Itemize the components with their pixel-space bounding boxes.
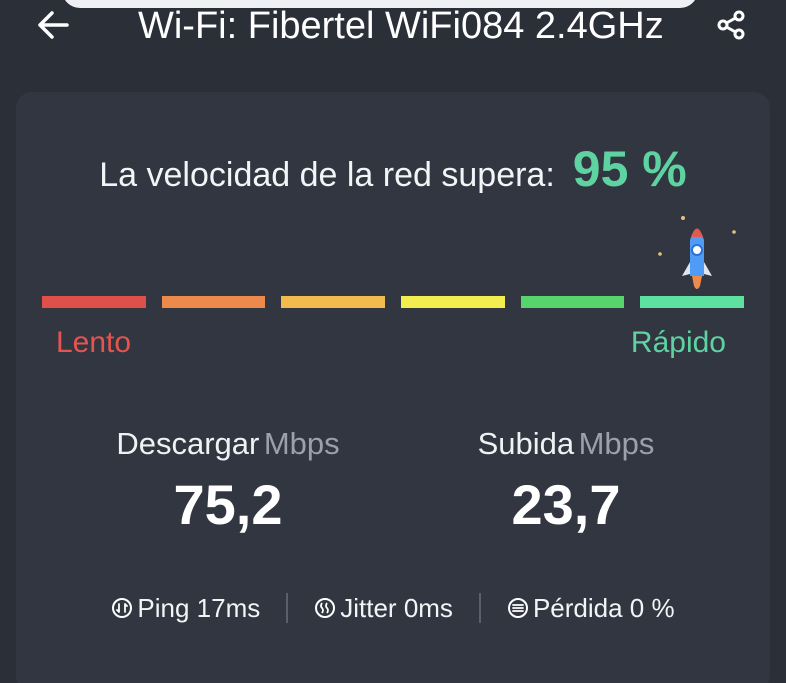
speed-scale-segment-5 <box>520 296 625 308</box>
speed-test-result-screen: Wi-Fi: Fibertel WiFi084 2.4GHz La veloci… <box>0 0 786 683</box>
jitter-stat: Jitter 0ms <box>288 593 479 624</box>
download-label: Descargar <box>116 426 260 461</box>
back-button[interactable] <box>30 2 76 48</box>
speed-summary-label: La velocidad de la red supera: <box>99 156 555 194</box>
result-card: La velocidad de la red supera: 95 % Lent… <box>16 92 770 683</box>
rocket-icon <box>658 216 736 289</box>
loss-stat: Pérdida 0 % <box>481 593 701 624</box>
upload-unit: Mbps <box>578 426 655 461</box>
upload-metric: Subida Mbps 23,7 <box>416 426 716 537</box>
speed-scale-bar <box>42 296 745 308</box>
app-header: Wi-Fi: Fibertel WiFi084 2.4GHz <box>0 0 786 60</box>
upload-label: Subida <box>477 426 575 461</box>
speed-percent: 95 % <box>572 141 687 197</box>
upload-value: 23,7 <box>511 473 621 536</box>
download-metric: Descargar Mbps 75,2 <box>78 426 378 537</box>
jitter-text: Jitter 0ms <box>340 592 453 623</box>
network-stats: Ping 17ms Jitter 0ms Pérdida 0 % <box>16 588 770 628</box>
packet-loss-icon <box>507 598 528 618</box>
fast-label: Rápido <box>630 326 726 359</box>
loss-text: Pérdida 0 % <box>532 592 675 623</box>
speed-scale-segment-2 <box>161 296 266 308</box>
download-unit: Mbps <box>263 426 340 461</box>
speed-scale-segment-3 <box>281 296 386 308</box>
download-value: 75,2 <box>173 473 283 536</box>
slow-label: Lento <box>56 326 132 359</box>
speed-scale-segment-1 <box>42 296 146 308</box>
arrow-left-icon <box>38 11 69 39</box>
share-icon <box>717 10 745 40</box>
jitter-icon <box>315 598 336 618</box>
share-button[interactable] <box>708 2 754 48</box>
speed-summary: La velocidad de la red supera: 95 % <box>16 140 770 200</box>
speed-scale-segment-4 <box>401 296 505 308</box>
page-title: Wi-Fi: Fibertel WiFi084 2.4GHz <box>138 5 664 47</box>
speed-scale-segment-6 <box>640 296 745 308</box>
ping-text: Ping 17ms <box>137 592 261 623</box>
ping-stat: Ping 17ms <box>85 593 286 624</box>
ping-icon <box>112 598 133 618</box>
